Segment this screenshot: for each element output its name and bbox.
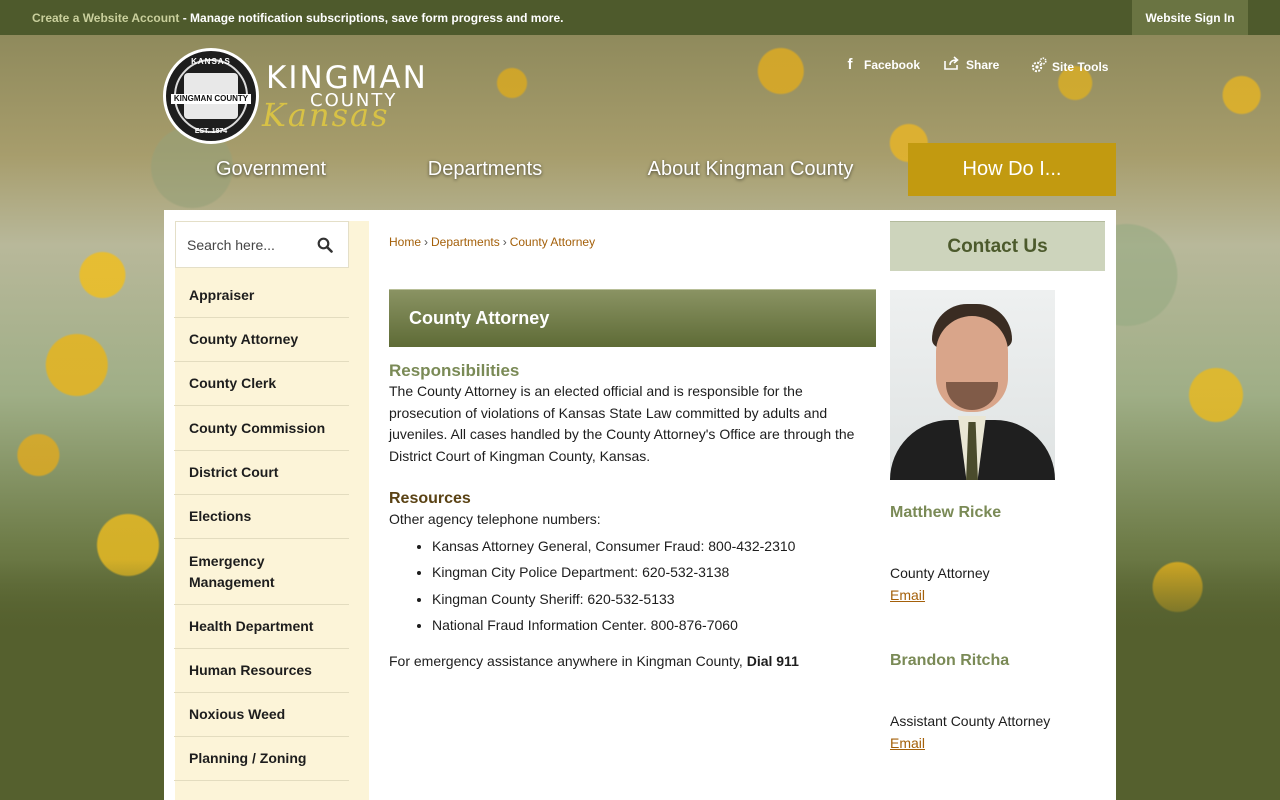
emergency-text-main: For emergency assistance anywhere in Kin… [389,652,747,669]
county-seal-logo[interactable]: KANSAS KINGMAN COUNTY EST. 1874 [163,48,259,144]
share-icon [944,56,960,74]
staff-photo [890,290,1055,480]
search-icon[interactable] [317,237,333,253]
sidebar-item-county-attorney[interactable]: County Attorney [174,318,349,362]
breadcrumb-county-attorney[interactable]: County Attorney [510,235,595,249]
breadcrumb-home[interactable]: Home [389,235,421,249]
page-title: County Attorney [389,289,876,347]
contact-title: Assistant County Attorney [890,713,1051,729]
facebook-label: Facebook [864,57,921,72]
seal-top-text: KANSAS [191,57,231,66]
contact-name: Brandon Ritcha [890,652,1010,669]
list-item: Kansas Attorney General, Consumer Fraud:… [432,533,876,560]
share-label: Share [966,58,1000,72]
sidebar-item-county-commission[interactable]: County Commission [174,406,349,451]
nav-about-kingman-county[interactable]: About Kingman County [603,143,898,196]
emergency-dial-911: Dial 911 [746,652,799,669]
sidebar-item-elections[interactable]: Elections [174,495,349,539]
search-input[interactable] [187,236,307,253]
resources-intro: Other agency telephone numbers: [389,511,601,527]
nav-government[interactable]: Government [163,143,379,196]
sidebar-item-noxious-weed[interactable]: Noxious Weed [174,693,349,737]
gear-icon [1030,56,1047,78]
seal-name-text: KINGMAN COUNTY [170,94,252,104]
create-account-link[interactable]: Create a Website Account [32,11,179,25]
breadcrumb-separator: › [424,235,429,249]
site-tools-label: Site Tools [1052,60,1109,74]
list-item: National Fraud Information Center. 800-8… [432,612,876,639]
nav-how-do-i[interactable]: How Do I... [908,143,1116,196]
emergency-text: For emergency assistance anywhere in Kin… [389,651,876,673]
breadcrumb-separator: › [502,235,507,249]
breadcrumb: Home › Departments › County Attorney [389,235,595,249]
facebook-icon: f [847,56,853,73]
top-bar: Create a Website Account - Manage notifi… [0,0,1280,35]
contact-email-link[interactable]: Email [890,587,925,603]
share-link[interactable]: Share [944,56,999,74]
sidebar-item-district-court[interactable]: District Court [174,451,349,495]
responsibilities-heading: Responsibilities [389,361,520,380]
main-navigation: Government Departments About Kingman Cou… [163,143,1116,196]
contact-name: Matthew Ricke [890,504,1002,521]
page-content: Responsibilities The County Attorney is … [389,361,876,672]
facebook-link[interactable]: f Facebook [842,56,921,73]
sidebar-item-emergency-management[interactable]: Emergency Management [174,539,349,605]
sidebar-nav-list: Appraiser County Attorney County Clerk C… [174,274,349,781]
search-box [175,221,349,268]
account-message: Create a Website Account - Manage notifi… [32,11,563,25]
list-item: Kingman County Sheriff: 620-532-5133 [432,586,876,613]
account-message-text: - Manage notification subscriptions, sav… [179,10,564,25]
content-panel: Appraiser County Attorney County Clerk C… [164,210,1116,800]
nav-departments[interactable]: Departments [379,143,591,196]
wordmark-kansas: Kansas [262,96,390,134]
resources-list: Kansas Attorney General, Consumer Fraud:… [432,533,876,639]
responsibilities-text: The County Attorney is an elected offici… [389,383,855,464]
resources-heading: Resources [389,490,471,507]
sidebar-item-county-clerk[interactable]: County Clerk [174,362,349,406]
contact-email-link[interactable]: Email [890,735,925,751]
website-sign-in-button[interactable]: Website Sign In [1132,0,1248,35]
sidebar-item-appraiser[interactable]: Appraiser [174,274,349,318]
seal-est-text: EST. 1874 [194,128,228,135]
list-item: Kingman City Police Department: 620-532-… [432,559,876,586]
sidebar-item-health-department[interactable]: Health Department [174,605,349,649]
breadcrumb-departments[interactable]: Departments [431,235,500,249]
contact-title: County Attorney [890,565,990,581]
county-wordmark[interactable]: KINGMAN COUNTY Kansas [262,62,428,134]
sidebar-item-planning-zoning[interactable]: Planning / Zoning [174,737,349,781]
sidebar-item-human-resources[interactable]: Human Resources [174,649,349,693]
contact-us-button[interactable]: Contact Us [890,221,1105,271]
site-tools-link[interactable]: Site Tools [1030,56,1108,78]
